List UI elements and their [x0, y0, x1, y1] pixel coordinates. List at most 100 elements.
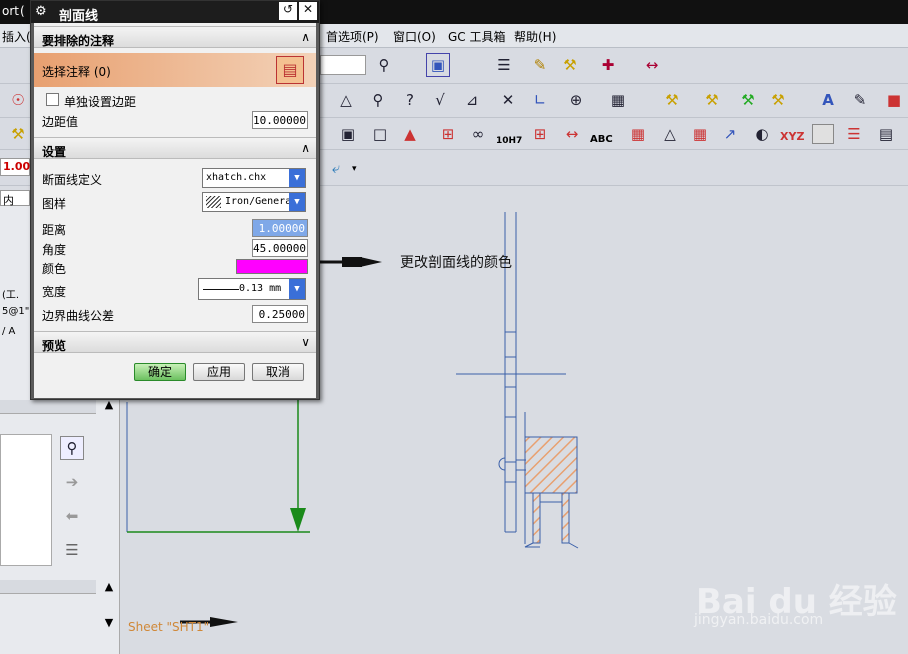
arrow-left-icon[interactable]: ⬅ [60, 504, 84, 528]
section-preview-header[interactable]: 预览 ∨ [34, 331, 316, 353]
angle-icon[interactable]: ∟ [528, 88, 552, 112]
table-icon[interactable]: ▦ [626, 122, 650, 146]
target-icon[interactable]: ☉ [6, 88, 30, 112]
dimension-icon[interactable]: ↔ [560, 122, 584, 146]
boundary-tol-input[interactable]: 0.25000 [252, 305, 308, 323]
ok-button[interactable]: 确定 [134, 363, 186, 381]
chevron-down-icon-4[interactable]: ∨ [301, 335, 310, 349]
parts-list-icon[interactable]: ▦ [688, 122, 712, 146]
arrow-text-icon[interactable]: ↗ [718, 122, 742, 146]
individual-margin-row[interactable]: 单独设置边距 [34, 89, 316, 111]
chevron-up-icon[interactable]: ∧ [301, 30, 310, 44]
view-icon[interactable]: □ [368, 122, 392, 146]
select-annotation-icon[interactable]: ▤ [276, 56, 304, 84]
dialog-title-bar: ⚙ 剖面线 ↺ ✕ [31, 1, 319, 24]
select-annotation-row[interactable]: 选择注释 (0) ▤ [34, 53, 316, 87]
left-frag-2: 5@1" [2, 306, 30, 317]
image-icon[interactable]: ▦ [606, 88, 630, 112]
dialog-body: 要排除的注释 ∧ 选择注释 (0) ▤ 单独设置边距 边距值 10.00000 … [34, 23, 316, 398]
list-icon[interactable]: ☰ [842, 122, 866, 146]
hatch-def-select[interactable]: xhatch.chx ▼ [202, 168, 306, 188]
menu-help[interactable]: 帮助(H) [514, 28, 556, 45]
menu-window[interactable]: 窗口(O) [393, 28, 436, 45]
tolerance-label[interactable]: 10H7 [496, 136, 522, 146]
hatch-def-row: 断面线定义 xhatch.chx ▼ [34, 167, 316, 189]
menu-gc-toolbox[interactable]: GC 工具箱 [448, 28, 506, 45]
search-box[interactable] [320, 55, 366, 75]
chevron-down-icon-3[interactable]: ▼ [289, 279, 305, 299]
hatch-def-label: 断面线定义 [42, 173, 103, 187]
section-exclude-header[interactable]: 要排除的注释 ∧ [34, 26, 316, 48]
scroll-down-icon[interactable]: ▼ [100, 616, 118, 632]
selection-list[interactable] [0, 434, 52, 566]
zoom-icon[interactable]: ⚲ [372, 53, 396, 77]
tool-icon-4[interactable]: ⚒ [766, 88, 790, 112]
apply-button[interactable]: 应用 [193, 363, 245, 381]
section-settings-header[interactable]: 设置 ∧ [34, 137, 316, 159]
hatch-def-value: xhatch.chx [206, 172, 267, 183]
crosshair-icon[interactable]: ⊕ [564, 88, 588, 112]
tool-icon-2[interactable]: ⚒ [700, 88, 724, 112]
section-view-icon[interactable]: ▲ [398, 122, 422, 146]
individual-margin-checkbox[interactable] [46, 93, 59, 106]
help-icon[interactable]: ? [398, 88, 422, 112]
pattern-select[interactable]: Iron/General ▼ [202, 192, 306, 212]
menu-preferences[interactable]: 首选项(P) [326, 28, 379, 45]
part-icon[interactable]: ⚒ [6, 122, 30, 146]
gear-icon[interactable]: ⚙ [35, 4, 47, 19]
angle-input[interactable]: 45.00000 [252, 239, 308, 257]
color-row: 颜色 [34, 256, 316, 278]
distance-input[interactable]: 1.00000 [252, 219, 308, 237]
list-order-icon[interactable]: ☰ [60, 538, 84, 562]
cancel-button[interactable]: 取消 [252, 363, 304, 381]
arrow-right-icon[interactable]: ➔ [60, 470, 84, 494]
annotation-text: 更改剖面线的颜色 [400, 255, 512, 271]
blank-box-icon[interactable] [812, 124, 834, 144]
feature-icon[interactable]: ⊞ [528, 122, 552, 146]
wrench-icon[interactable]: ⚒ [558, 53, 582, 77]
text-style-icon[interactable]: A [816, 88, 840, 112]
line-width-readout[interactable]: 1.00 [0, 158, 30, 176]
app-title-paren: ( [20, 4, 25, 18]
magnify-icon[interactable]: ⚲ [366, 88, 390, 112]
check-icon[interactable]: √ [428, 88, 452, 112]
abc-label[interactable]: ABC [590, 134, 613, 145]
snap-icon[interactable]: ✚ [596, 53, 620, 77]
chevron-up-icon-2[interactable]: ∧ [301, 141, 310, 155]
width-select[interactable]: 0.13 mm ▼ [198, 278, 306, 300]
point-icon[interactable]: △ [334, 88, 358, 112]
fit-view-icon[interactable]: ▣ [426, 53, 450, 77]
scroll-up-icon-2[interactable]: ▲ [100, 580, 118, 596]
distance-label: 距离 [42, 223, 67, 237]
frame-icon[interactable]: ▣ [336, 122, 360, 146]
chevron-down-icon[interactable]: ▼ [289, 169, 305, 187]
layer-icon[interactable]: ☰ [492, 53, 516, 77]
line-sample-icon [203, 289, 239, 290]
tool-icon-1[interactable]: ⚒ [660, 88, 684, 112]
sheet-label: Sheet "SHT1" [128, 620, 210, 634]
xyz-label[interactable]: XYZ [780, 130, 804, 143]
measure-icon[interactable]: ↔ [640, 53, 664, 77]
cross-icon[interactable]: ✕ [496, 88, 520, 112]
triangle-icon[interactable]: △ [658, 122, 682, 146]
datum-icon[interactable]: ⊿ [460, 88, 484, 112]
note-icon[interactable]: ▤ [874, 122, 898, 146]
color-swatch[interactable] [236, 259, 308, 274]
watermark-url: jingyan.baidu.com [694, 612, 824, 628]
binoculars-icon[interactable]: ∞ [466, 122, 490, 146]
scroll-up-icon[interactable]: ▲ [100, 398, 118, 414]
undo-icon[interactable]: ⤶ [324, 156, 348, 180]
search-icon[interactable]: ⚲ [60, 436, 84, 460]
grid-icon[interactable]: ⊞ [436, 122, 460, 146]
margin-input[interactable]: 10.00000 [252, 111, 308, 129]
undo-dropdown-icon[interactable]: ▾ [352, 164, 357, 174]
close-icon[interactable]: ✕ [299, 2, 317, 20]
paint-icon[interactable]: ✎ [528, 53, 552, 77]
reset-icon[interactable]: ↺ [279, 2, 297, 20]
layer-field[interactable]: 内 [0, 190, 30, 207]
tool-icon-3[interactable]: ⚒ [736, 88, 760, 112]
chevron-down-icon-2[interactable]: ▼ [289, 193, 305, 211]
centroid-icon[interactable]: ◐ [750, 122, 774, 146]
record-icon[interactable]: ■ [882, 88, 906, 112]
edit-icon[interactable]: ✎ [848, 88, 872, 112]
